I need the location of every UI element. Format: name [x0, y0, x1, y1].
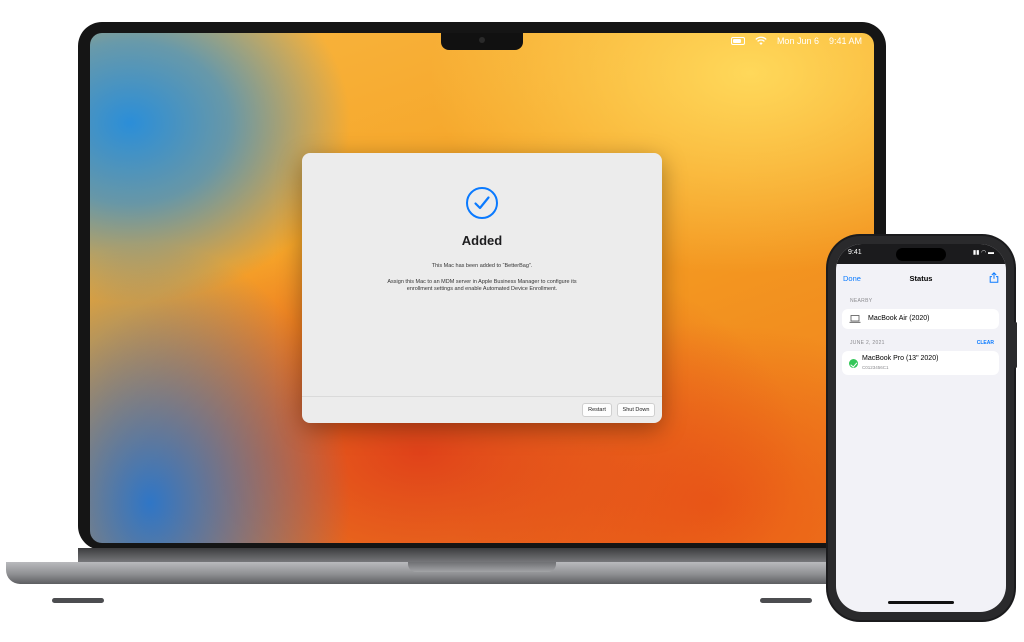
- dialog-divider: [302, 396, 662, 397]
- clear-button[interactable]: CLEAR: [977, 340, 994, 346]
- nearby-section-label: NEARBY: [850, 298, 873, 304]
- signal-battery-icon: ▮▮ ◠ ▬: [972, 250, 994, 256]
- nearby-device-name: MacBook Air (2020): [868, 315, 930, 322]
- laptop-icon: [849, 315, 861, 323]
- dialog-message: This Mac has been added to “BetterBag”.: [431, 263, 533, 269]
- menu-bar: Mon Jun 6 9:41 AM: [90, 33, 874, 53]
- iphone-status-time: 9:41: [848, 249, 862, 256]
- macbook-opening-notch: [408, 562, 556, 572]
- menu-bar-date[interactable]: Mon Jun 6: [777, 36, 819, 46]
- home-indicator[interactable]: [888, 601, 954, 604]
- battery-icon[interactable]: [730, 37, 745, 45]
- history-date-label: JUNE 2, 2021: [850, 340, 885, 346]
- wifi-icon[interactable]: [755, 36, 767, 46]
- navigation-bar: Done Status: [836, 264, 1006, 292]
- shut-down-button[interactable]: Shut Down: [617, 403, 655, 417]
- macbook-foot-left: [52, 598, 104, 603]
- enrolled-device-name: MacBook Pro (13" 2020): [862, 355, 939, 362]
- dynamic-island: [896, 248, 946, 261]
- share-icon[interactable]: [989, 272, 999, 283]
- checkmark-circle-icon: [466, 187, 498, 219]
- enrolled-device-serial: C0123456C1: [862, 365, 889, 370]
- menu-bar-time[interactable]: 9:41 AM: [829, 36, 862, 46]
- dialog-detail: Assign this Mac to an MDM server in Appl…: [387, 279, 577, 292]
- checkmark-icon: [849, 359, 858, 368]
- added-dialog: Added This Mac has been added to “Better…: [302, 153, 662, 423]
- macbook-hinge: [78, 548, 886, 563]
- iphone-status-bar: 9:41 ▮▮ ◠ ▬: [836, 244, 1006, 264]
- iphone-side-button: [1014, 322, 1017, 368]
- dialog-title: Added: [461, 233, 503, 248]
- iphone-screen: 9:41 ▮▮ ◠ ▬ Done Status NEARBY MacBook A…: [836, 244, 1006, 612]
- nav-title: Status: [909, 274, 933, 283]
- macbook-foot-right: [760, 598, 812, 603]
- nearby-device-row[interactable]: MacBook Air (2020): [842, 309, 999, 329]
- menu-bar-status-area: Mon Jun 6 9:41 AM: [730, 36, 862, 46]
- restart-button[interactable]: Restart: [582, 403, 612, 417]
- enrolled-device-row[interactable]: MacBook Pro (13" 2020) C0123456C1: [842, 351, 999, 375]
